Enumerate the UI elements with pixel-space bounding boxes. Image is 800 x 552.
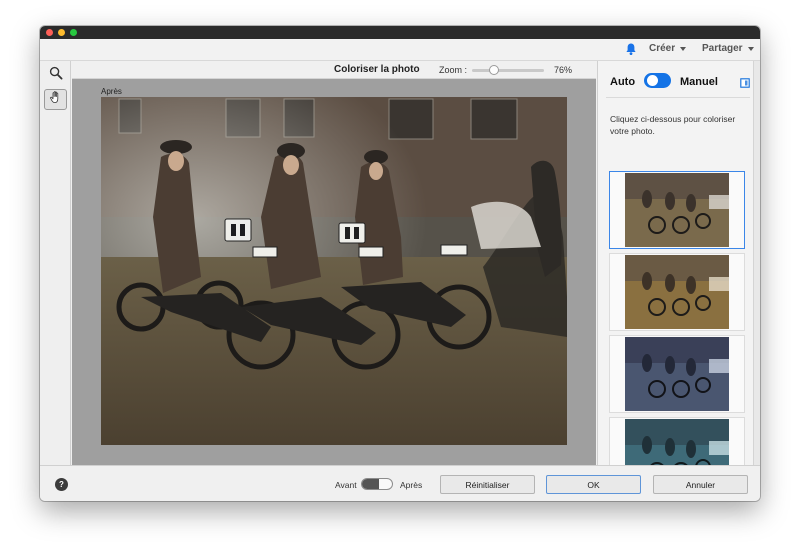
zoom-value: 76% [554,65,573,75]
magnifier-icon [49,66,63,85]
create-menu[interactable]: Créer [649,43,687,54]
photo-editor: Coloriser la photo Zoom : 76% Après [72,61,596,465]
before-after-switch-fill [362,479,379,489]
minimize-window-button[interactable] [58,29,65,36]
tool-bar [40,61,71,465]
color-variant-1[interactable] [609,171,745,249]
ok-button[interactable]: OK [546,475,641,494]
panel-divider [606,97,750,98]
auto-manual-toggle[interactable] [644,73,671,88]
zoom-slider[interactable] [472,69,544,72]
color-variant-2[interactable] [609,253,745,331]
dialog-footer: ? Avant Après Réinitialiser OK Annuler [40,465,760,501]
compare-panel-icon[interactable] [740,78,750,88]
share-menu-label: Partager [702,43,743,54]
close-window-button[interactable] [46,29,53,36]
zoom-label: Zoom : [439,65,468,75]
app-bar: Créer Partager [40,39,760,61]
panel-scrollbar[interactable] [753,61,760,465]
colorize-photo-window: Créer Partager Coloriser la photo Zoom:… [40,26,760,501]
hand-tool-button[interactable] [44,89,67,110]
color-variant-3[interactable] [609,335,745,413]
zoom-tool-button[interactable] [44,65,67,86]
auto-mode-label: Auto [610,76,636,88]
maximize-window-button[interactable] [70,29,77,36]
after-label: Après [400,480,423,490]
variant-3-thumbnail [625,337,729,411]
before-after-switch[interactable] [361,478,393,490]
editor-title: Coloriser la photo [334,64,420,75]
view-label: Après [101,87,122,96]
colorized-photo[interactable] [101,97,567,445]
variant-2-thumbnail [625,255,729,329]
create-menu-label: Créer [649,43,676,54]
title-bar [40,26,760,39]
chevron-down-icon [680,46,687,51]
cancel-button[interactable]: Annuler [653,475,748,494]
colorize-options-panel: Auto Manuel Cliquez ci-dessous pour colo… [597,61,753,495]
manual-mode-label: Manuel [680,76,718,88]
variant-1-thumbnail [625,173,729,247]
toggle-knob [647,75,658,86]
bell-icon[interactable] [624,42,638,56]
before-label: Avant [335,480,357,490]
instruction-text: Cliquez ci-dessous pour coloriser votre … [610,114,736,136]
editor-header: Coloriser la photo Zoom : 76% [72,61,596,79]
share-menu[interactable]: Partager [702,43,754,54]
hand-icon [49,90,63,109]
help-icon[interactable]: ? [55,478,68,491]
chevron-down-icon [747,46,754,51]
reset-button[interactable]: Réinitialiser [440,475,535,494]
zoom-slider-thumb[interactable] [488,65,499,75]
